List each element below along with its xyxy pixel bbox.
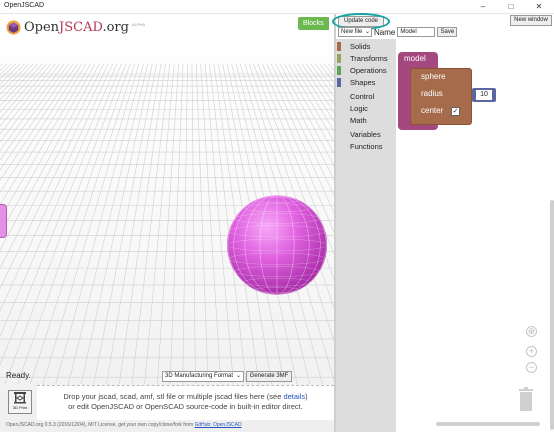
drop-text-line1: Drop your jscad, scad, amf, stl file or … [63, 392, 308, 401]
category-transforms[interactable]: Transforms [337, 53, 388, 64]
category-functions[interactable]: Functions [337, 141, 383, 152]
close-button[interactable]: ✕ [526, 0, 552, 13]
category-math[interactable]: Math [337, 115, 367, 126]
radius-value-field[interactable]: 10 [476, 90, 492, 100]
chevron-down-icon: ⌄ [364, 29, 370, 35]
new-file-select[interactable]: New file ⌄ [338, 27, 372, 37]
horizontal-scrollbar[interactable] [436, 422, 540, 426]
category-color-swatch [337, 66, 341, 75]
generate-button[interactable]: Generate 3MF [246, 371, 292, 382]
sphere-model [226, 194, 328, 296]
drop-text-line2: or edit OpenJSCAD or OpenSCAD source-cod… [68, 402, 303, 411]
category-logic[interactable]: Logic [337, 103, 368, 114]
model-block-label: model [404, 54, 426, 63]
update-code-button[interactable]: Update code [338, 16, 384, 27]
format-select[interactable]: 3D Manufacturing Format ⌄ [162, 371, 244, 382]
recenter-icon[interactable]: ⊕ [526, 326, 537, 337]
window-title: OpenJSCAD [4, 2, 45, 9]
parameters-panel-handle[interactable] [0, 204, 7, 238]
trash-icon[interactable] [518, 387, 534, 411]
center-label: center [421, 106, 444, 115]
sphere-block[interactable]: sphere radius center [410, 68, 472, 125]
category-solids[interactable]: Solids [337, 41, 370, 52]
block-toolbox: Solids Transforms Operations Shapes Cont… [336, 39, 396, 432]
3d-viewer[interactable]: OpenJSCAD.org ALPHA Blocks Ready. 3D Man… [0, 14, 334, 432]
status-text: Ready. [6, 371, 31, 380]
vertical-scrollbar[interactable] [550, 200, 554, 430]
blockly-editor[interactable]: Update code New window New file ⌄ Name Mo… [332, 13, 554, 432]
category-color-swatch [337, 78, 341, 87]
viewer-canvas[interactable] [0, 14, 334, 432]
category-control[interactable]: Control [337, 91, 374, 102]
printer-icon [14, 392, 26, 404]
footer-text: OpenJSCAD.org 0.5.3 (2016/12/04), MIT Li… [6, 422, 242, 428]
title-bar: OpenJSCAD – □ ✕ [0, 0, 554, 14]
maximize-button[interactable]: □ [498, 0, 524, 13]
github-link[interactable]: GitHub: OpenJSCAD [195, 422, 242, 428]
new-window-button[interactable]: New window [510, 15, 552, 26]
openjscad-logo-icon [6, 20, 21, 35]
name-input[interactable]: Model [397, 27, 436, 37]
logo-text: OpenJSCAD.org [24, 20, 129, 35]
minimize-button[interactable]: – [470, 0, 496, 13]
chevron-down-icon: ⌄ [235, 373, 241, 379]
save-button[interactable]: Save [437, 27, 458, 37]
category-color-swatch [337, 42, 341, 51]
zoom-out-icon[interactable]: − [526, 362, 537, 373]
openjscad-logo[interactable]: OpenJSCAD.org ALPHA [6, 20, 145, 35]
category-shapes[interactable]: Shapes [337, 77, 375, 88]
drop-zone[interactable]: Drop your jscad, scad, amf, stl file or … [37, 385, 334, 420]
blocks-button[interactable]: Blocks [298, 17, 329, 30]
center-checkbox[interactable]: ✓ [451, 107, 460, 116]
radius-label: radius [421, 89, 443, 98]
file-toolbar: New file ⌄ Name Model Save [338, 27, 458, 37]
sphere-block-label: sphere [421, 72, 446, 81]
3d-print-button[interactable]: 3D Print [8, 390, 32, 414]
number-block[interactable]: 10 [472, 88, 496, 102]
details-link[interactable]: details [283, 392, 305, 401]
category-color-swatch [337, 54, 341, 63]
name-label: Name [374, 27, 396, 37]
alpha-badge: ALPHA [131, 22, 146, 27]
category-operations[interactable]: Operations [337, 65, 387, 76]
zoom-in-icon[interactable]: + [526, 346, 537, 357]
category-variables[interactable]: Variables [337, 129, 381, 140]
